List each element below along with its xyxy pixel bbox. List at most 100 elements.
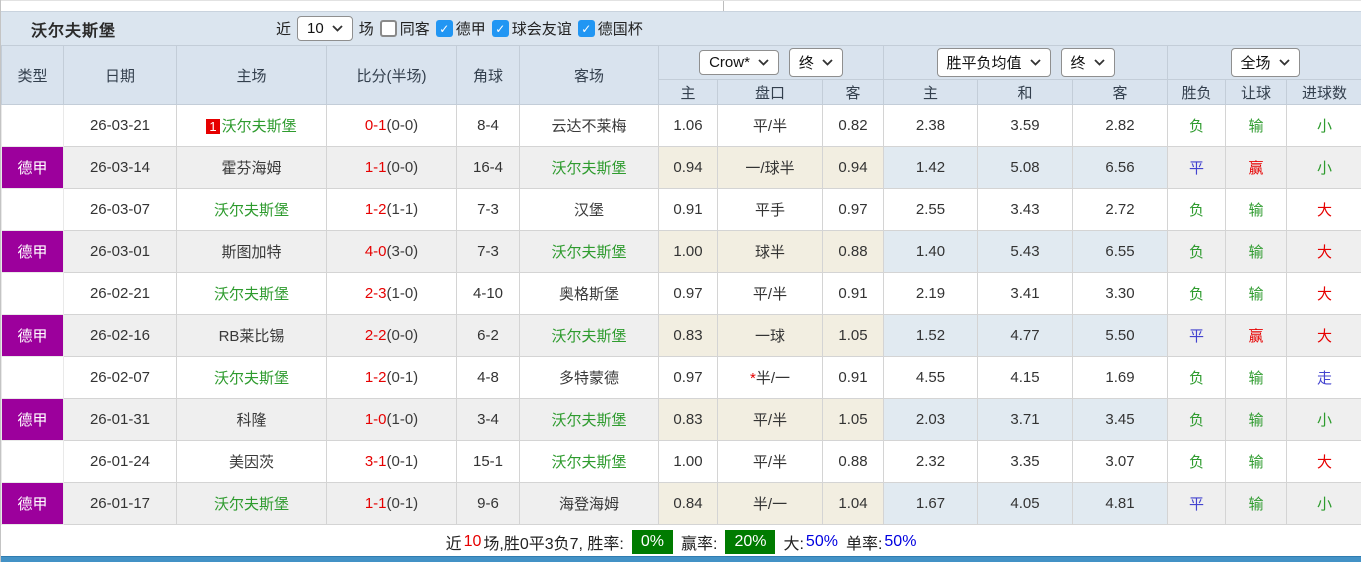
away-team-cell[interactable]: 沃尔夫斯堡: [519, 230, 659, 273]
halftime-score: (1-1): [386, 201, 419, 218]
match-count-select[interactable]: 10: [297, 16, 353, 41]
near-label: 近: [276, 21, 292, 38]
checkbox-label: 德甲: [455, 21, 486, 38]
home-team-cell[interactable]: 美因茨: [176, 440, 327, 483]
team-name: 沃尔夫斯堡: [31, 22, 117, 40]
bookmaker-select[interactable]: Crow*: [699, 50, 779, 75]
chevron-down-icon: [1093, 59, 1105, 66]
handicap-line-cell: 平手: [717, 188, 823, 231]
chevron-down-icon: [332, 25, 343, 32]
table-row: 德甲 26-02-21 沃尔夫斯堡 2-3(1-0) 4-10 奥格斯堡 0.9…: [1, 272, 1361, 315]
bottom-accent-bar: [1, 556, 1361, 562]
scope-select-cell: 全场: [1167, 45, 1361, 80]
fulltime-score: 4-0: [364, 243, 387, 260]
result-goals: 大: [1286, 272, 1361, 315]
home-team-name: 沃尔夫斯堡: [213, 496, 289, 513]
handicap-line-cell: 平/半: [717, 104, 823, 147]
result-handicap: 输: [1225, 230, 1288, 273]
away-team-cell[interactable]: 奥格斯堡: [519, 272, 659, 315]
match-count-value: 10: [307, 20, 324, 37]
home-team-cell[interactable]: 沃尔夫斯堡: [176, 272, 327, 315]
filter-checkbox-same-away[interactable]: 同客: [379, 18, 430, 39]
home-team-name: 科隆: [236, 412, 267, 429]
scope-select[interactable]: 全场: [1230, 48, 1300, 77]
home-team-cell[interactable]: 霍芬海姆: [176, 146, 327, 189]
bookmaker-value: Crow*: [709, 54, 750, 71]
away-team-cell[interactable]: 海登海姆: [519, 482, 659, 525]
result-winlose: 负: [1167, 440, 1227, 483]
handicap-away-odds: 1.05: [821, 398, 885, 441]
result-handicap: 输: [1225, 272, 1288, 315]
home-team-cell[interactable]: RB莱比锡: [176, 314, 327, 357]
checkbox-icon: [379, 20, 397, 37]
away-team-cell[interactable]: 云达不莱梅: [519, 104, 659, 147]
result-winlose: 负: [1167, 398, 1227, 441]
away-team-name: 多特蒙德: [558, 370, 619, 387]
col-header-away: 客场: [519, 45, 659, 105]
col-header-score: 比分(半场): [326, 45, 457, 105]
odds-draw: 4.15: [977, 356, 1074, 399]
away-team-cell[interactable]: 沃尔夫斯堡: [519, 440, 659, 483]
result-goals: 走: [1286, 356, 1361, 399]
summary-text: 场,胜0平3负7, 胜率:: [483, 536, 624, 553]
handicap-line: 一球: [754, 328, 785, 345]
avg-time-select[interactable]: 终: [1060, 48, 1115, 77]
odds-home: 2.32: [883, 440, 979, 483]
home-team-cell[interactable]: 沃尔夫斯堡: [176, 482, 327, 525]
halftime-score: (0-1): [386, 495, 419, 512]
filter-checkbox-club-friendly[interactable]: ✓ 球会友谊: [491, 18, 572, 39]
filter-checkbox-dfb-pokal[interactable]: ✓ 德国杯: [577, 18, 643, 39]
bookmaker-time-value: 终: [798, 55, 814, 72]
home-team-cell[interactable]: 沃尔夫斯堡: [176, 188, 327, 231]
chevron-down-icon: [822, 59, 833, 66]
avg-odds-value: 胜平负均值: [946, 55, 1022, 72]
home-team-cell[interactable]: 斯图加特: [176, 230, 327, 273]
col-header-result-winlose: 胜负: [1167, 79, 1227, 105]
handicap-line: 平/半: [752, 286, 788, 303]
result-goals: 小: [1286, 398, 1361, 441]
league-badge: 德甲: [1, 314, 64, 357]
result-goals: 小: [1286, 104, 1361, 147]
handicap-home-odds: 1.00: [658, 230, 718, 273]
score-cell: 1-2(0-1): [326, 356, 457, 399]
home-team-cell[interactable]: 1 沃尔夫斯堡: [176, 104, 327, 147]
handicap-line-cell: 一球: [717, 314, 823, 357]
handicap-home-odds: 0.84: [658, 482, 718, 525]
away-team-cell[interactable]: 沃尔夫斯堡: [519, 146, 659, 189]
score-cell: 2-2(0-0): [326, 314, 457, 357]
handicap-line-cell: 平/半: [717, 272, 823, 315]
filter-checkbox-bundesliga[interactable]: ✓ 德甲: [435, 18, 486, 39]
match-date: 26-01-24: [63, 440, 177, 483]
match-date: 26-03-07: [63, 188, 177, 231]
match-table: 类型 日期 主场 比分(半场) 角球 客场 Crow* 终 胜平负均值 终 全场…: [1, 45, 1361, 525]
result-handicap: 输: [1225, 104, 1288, 147]
avg-odds-select[interactable]: 胜平负均值: [936, 48, 1051, 77]
odds-draw: 3.59: [977, 104, 1074, 147]
titlebar: 沃尔夫斯堡 近 10 场 同客 ✓ 德甲 ✓ 球会友谊 ✓ 德国杯: [1, 11, 1361, 45]
fulltime-score: 0-1: [364, 117, 387, 134]
odds-draw: 4.77: [977, 314, 1074, 357]
corners-cell: 7-3: [456, 188, 520, 231]
away-team-cell[interactable]: 汉堡: [519, 188, 659, 231]
odds-away: 4.81: [1072, 482, 1169, 525]
col-header-type: 类型: [1, 45, 64, 105]
home-team-name: 斯图加特: [221, 244, 282, 261]
league-badge: 德甲: [1, 146, 64, 189]
away-team-cell[interactable]: 沃尔夫斯堡: [519, 314, 659, 357]
home-team-cell[interactable]: 沃尔夫斯堡: [176, 356, 327, 399]
away-team-cell[interactable]: 沃尔夫斯堡: [519, 398, 659, 441]
result-goals: 小: [1286, 146, 1361, 189]
chevron-down-icon: [1278, 59, 1290, 66]
away-team-cell[interactable]: 多特蒙德: [519, 356, 659, 399]
odds-away: 1.69: [1072, 356, 1169, 399]
bookmaker-time-select[interactable]: 终: [788, 48, 843, 77]
top-strip: [1, 0, 1361, 11]
handicap-line-cell: 球半: [717, 230, 823, 273]
result-winlose: 平: [1167, 482, 1227, 525]
handicap-selects-cell: Crow* 终: [657, 45, 885, 80]
corners-cell: 7-3: [456, 230, 520, 273]
handicap-line-cell: 半/一: [717, 482, 823, 525]
corners-cell: 8-4: [456, 104, 520, 147]
home-team-cell[interactable]: 科隆: [176, 398, 327, 441]
league-badge: 德甲: [1, 272, 64, 315]
